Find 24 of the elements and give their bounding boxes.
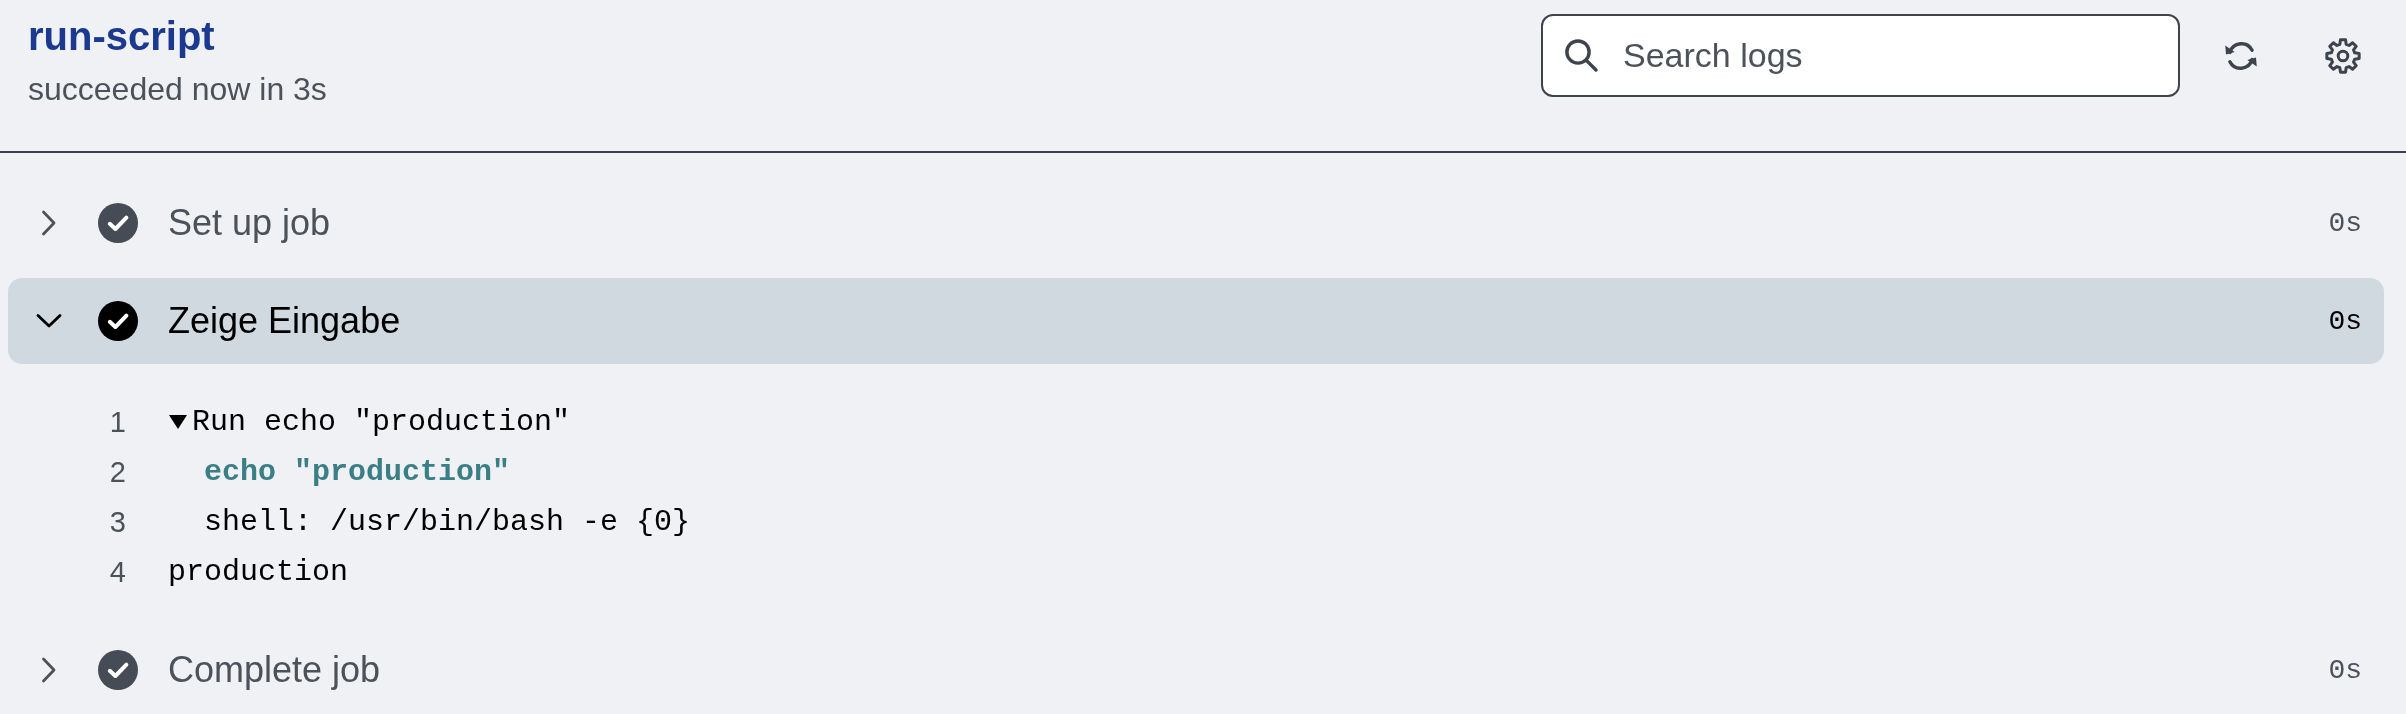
chevron-right-icon[interactable]: [41, 210, 57, 236]
step-title: Complete job: [168, 649, 381, 691]
step-duration: 0s: [2328, 654, 2362, 686]
log-line-text: Run echo "production": [192, 405, 571, 439]
log-line-text: shell: /usr/bin/bash -e {0}: [204, 505, 691, 539]
step-duration: 0s: [2328, 305, 2362, 337]
job-title: run-script: [28, 13, 216, 60]
step-title: Set up job: [168, 202, 331, 244]
chevron-down-icon[interactable]: [36, 313, 62, 329]
job-status-text: succeeded now in 3s: [28, 70, 327, 108]
command-line: echo "production": [204, 455, 511, 489]
chevron-right-icon[interactable]: [41, 657, 57, 683]
log-line-text: production: [168, 555, 349, 589]
settings-icon[interactable]: [2325, 37, 2361, 74]
search-field[interactable]: Search logs: [1541, 14, 2180, 97]
caret-down-icon[interactable]: [168, 414, 188, 430]
search-icon: [1563, 37, 1599, 73]
line-number: 2: [109, 455, 126, 489]
line-number: 1: [109, 405, 126, 439]
step-title: Zeige Eingabe: [168, 300, 401, 342]
line-number: 3: [109, 505, 126, 539]
selected-step-row[interactable]: Zeige Eingabe 0s: [8, 278, 2384, 364]
step-duration: 0s: [2328, 207, 2362, 239]
line-number: 4: [109, 555, 126, 589]
